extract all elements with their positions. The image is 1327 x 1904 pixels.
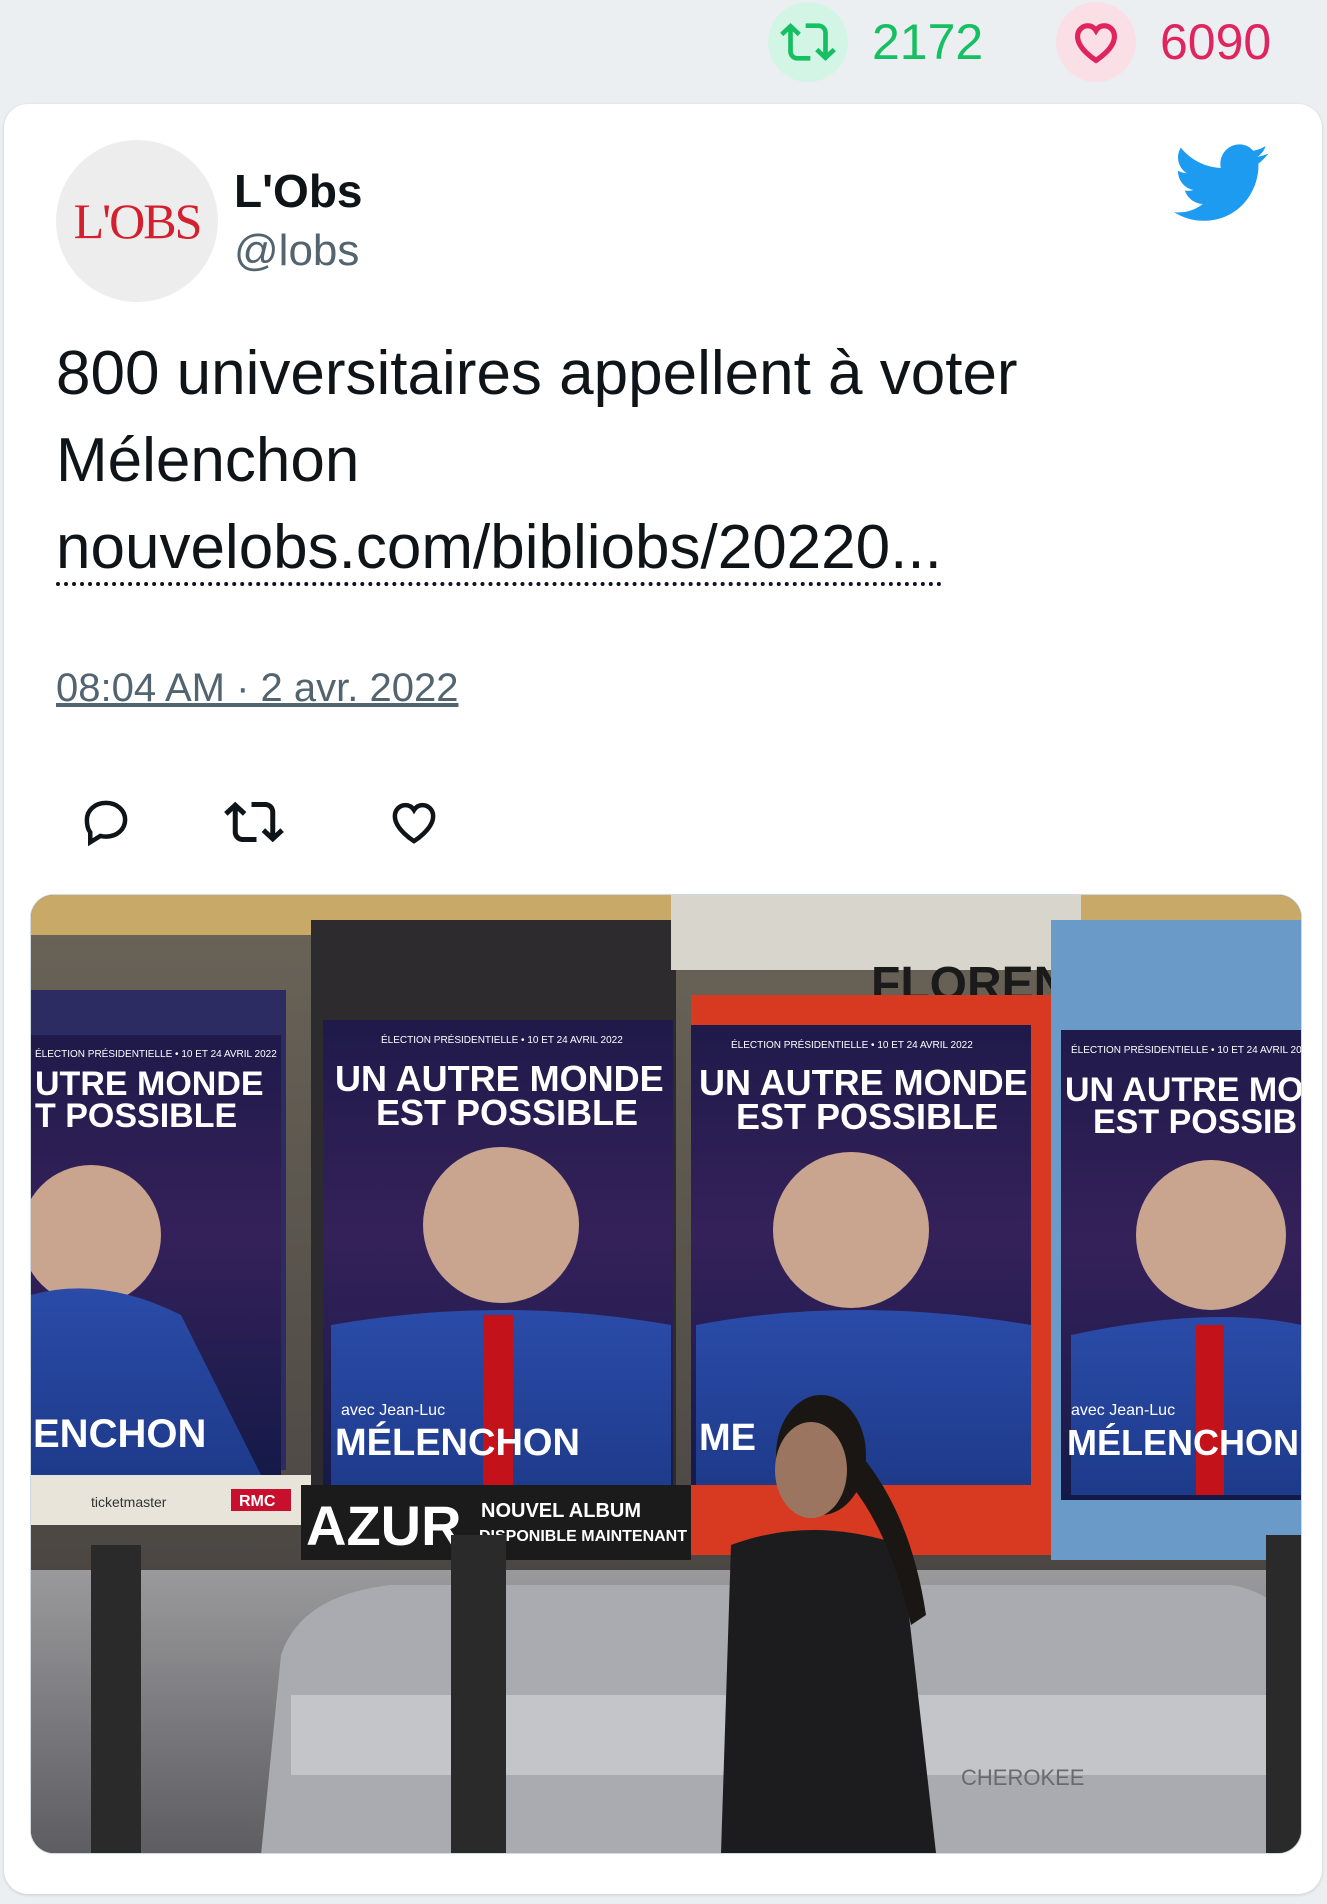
svg-text:ÉLECTION PRÉSIDENTIELLE • 10 E: ÉLECTION PRÉSIDENTIELLE • 10 ET 24 AVRIL… [731,1038,973,1051]
svg-text:ME: ME [699,1417,756,1459]
svg-text:ticketmaster: ticketmaster [91,1494,167,1510]
svg-text:ÉLECTION PRÉSIDENTIELLE • 10 E: ÉLECTION PRÉSIDENTIELLE • 10 ET 24 AVRIL… [35,1047,277,1060]
retweet-icon [768,2,848,82]
tweet-text: 800 universitaires appellent à voter Mél… [56,330,1256,591]
heart-icon[interactable] [376,784,452,860]
tweet-text-line-1: 800 universitaires appellent à voter [56,339,1018,408]
svg-text:T POSSIBLE: T POSSIBLE [35,1097,237,1135]
svg-text:NOUVEL ALBUM: NOUVEL ALBUM [481,1500,641,1522]
author-handle[interactable]: @lobs [234,226,359,276]
svg-text:MÉLENCHON: MÉLENCHON [1067,1422,1299,1463]
car-badge: CHEROKEE [961,1765,1084,1790]
tweet-text-line-2: Mélenchon [56,426,360,495]
retweet-count: 2172 [872,14,984,70]
svg-text:avec Jean-Luc: avec Jean-Luc [341,1402,445,1419]
svg-text:avec Jean-Luc: avec Jean-Luc [1071,1402,1175,1419]
svg-text:EST POSSIBLE: EST POSSIBLE [376,1092,638,1133]
author-name[interactable]: L'Obs [234,164,363,218]
retweet-icon[interactable] [216,784,292,860]
svg-text:DISPONIBLE MAINTENANT: DISPONIBLE MAINTENANT [479,1528,687,1545]
twitter-bird-icon[interactable] [1174,144,1270,224]
avatar-logo: L'OBS [73,193,203,249]
tweet-card: L'OBS L'Obs @lobs 800 universitaires app… [4,104,1322,1894]
svg-text:MÉLENCHON: MÉLENCHON [335,1420,580,1464]
svg-text:EST POSSIBLE: EST POSSIBLE [736,1096,998,1137]
tweet-stats-bar: 2172 6090 [0,0,1327,92]
reply-icon[interactable] [68,784,144,860]
tweet-photo[interactable]: CHEROKEE ÉLECTION PRÉSIDENTIELLE • 10 ET… [30,894,1302,1854]
svg-text:ENCHON: ENCHON [33,1412,206,1456]
svg-text:RMC: RMC [239,1493,276,1510]
tweet-timestamp[interactable]: 08:04 AM · 2 avr. 2022 [56,666,458,711]
like-count-stat[interactable]: 6090 [1056,2,1272,82]
retweet-count-stat[interactable]: 2172 [768,2,984,82]
svg-text:AZUR: AZUR [306,1494,462,1557]
like-count: 6090 [1160,14,1272,70]
svg-text:EST POSSIB: EST POSSIB [1093,1103,1297,1141]
heart-icon [1056,2,1136,82]
svg-text:ÉLECTION PRÉSIDENTIELLE • 10 E: ÉLECTION PRÉSIDENTIELLE • 10 ET 24 AVRIL… [1071,1043,1301,1056]
avatar[interactable]: L'OBS [56,140,218,302]
tweet-link[interactable]: nouvelobs.com/bibliobs/20220... [56,513,942,586]
svg-text:ÉLECTION PRÉSIDENTIELLE • 10 E: ÉLECTION PRÉSIDENTIELLE • 10 ET 24 AVRIL… [381,1033,623,1046]
